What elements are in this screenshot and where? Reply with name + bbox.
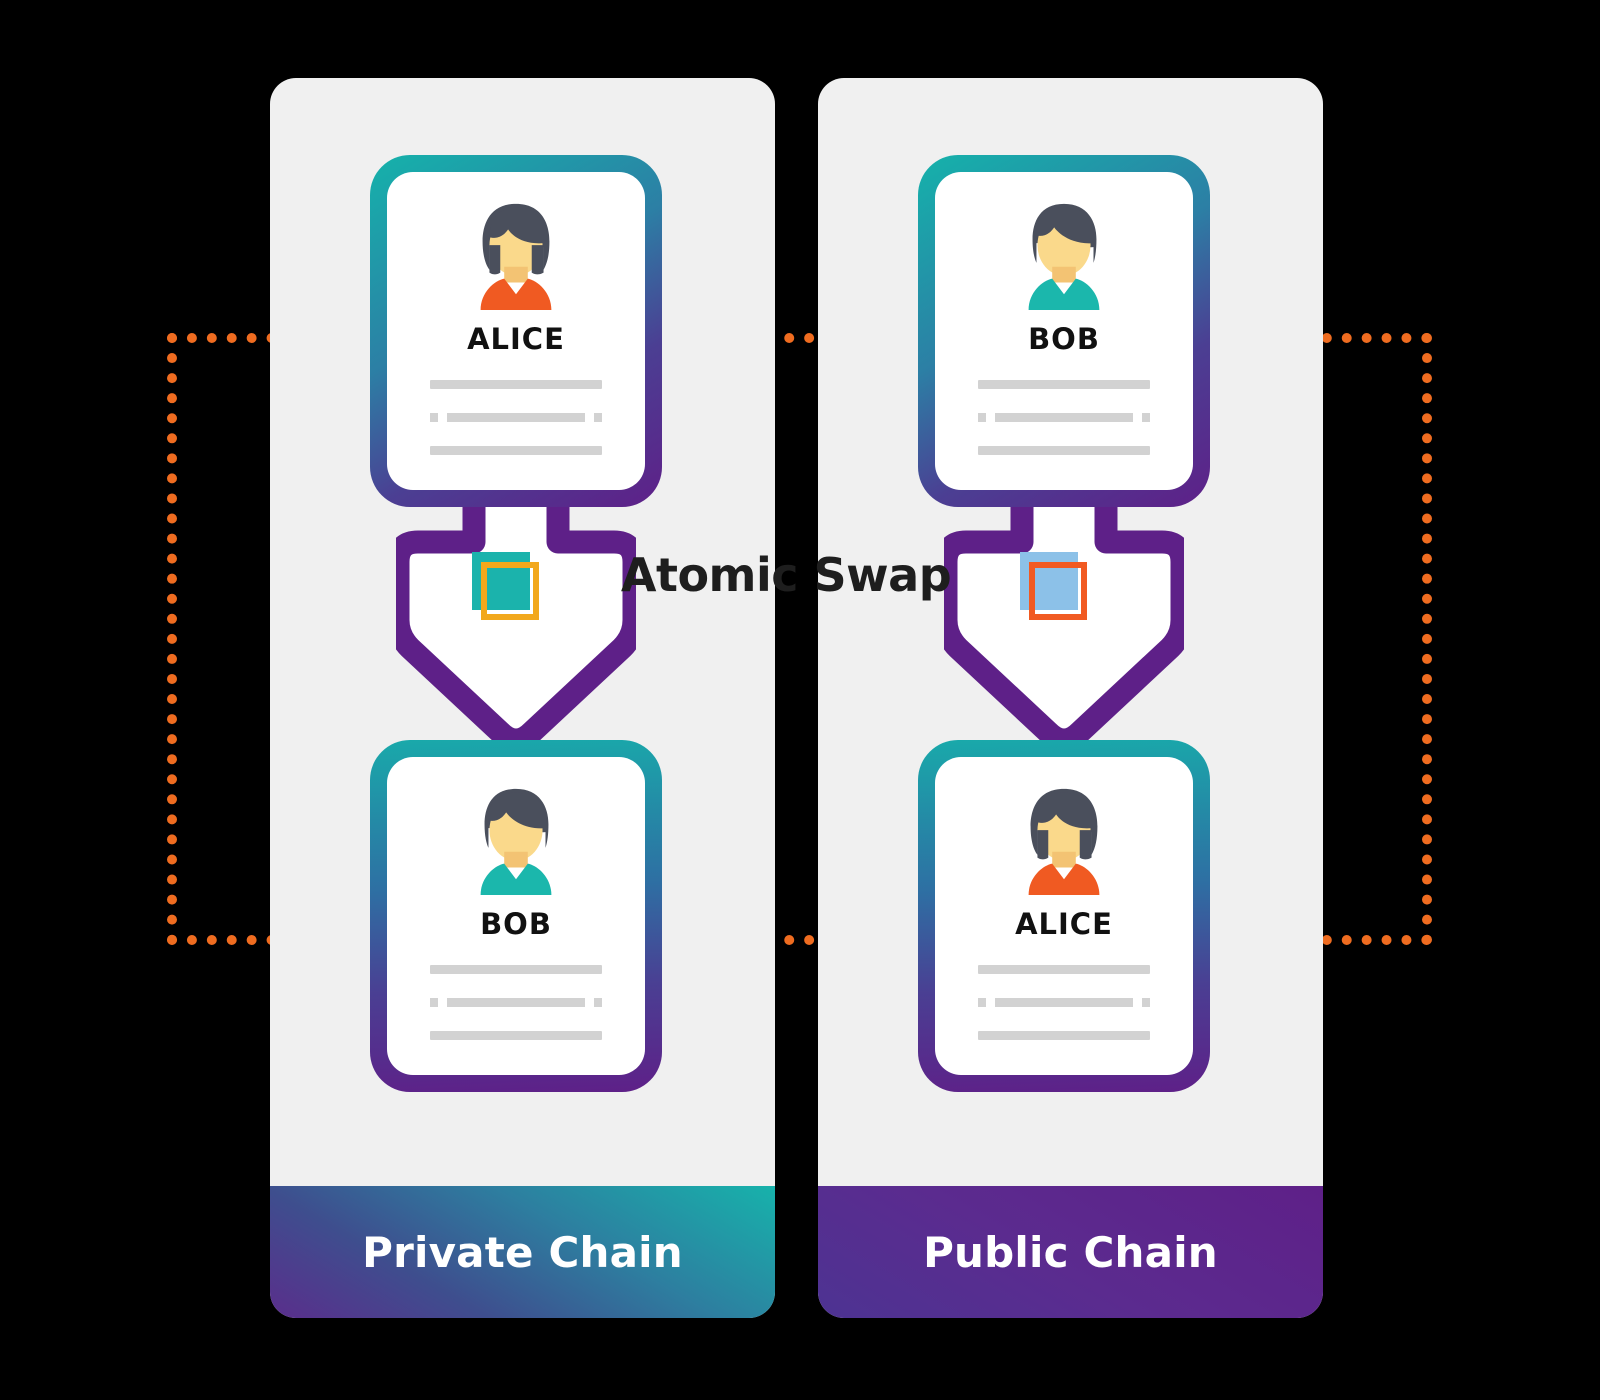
female-avatar-icon (1028, 788, 1100, 896)
panel-label-private-chain: Private Chain (362, 1227, 683, 1277)
placeholder-line (430, 1031, 602, 1040)
panel-footer-private-chain: Private Chain (270, 1186, 775, 1318)
male-avatar-icon (480, 788, 552, 896)
placeholder-line (430, 380, 602, 389)
female-avatar-icon (480, 203, 552, 311)
placeholder-line (447, 413, 585, 422)
atomic-swap-title-text: Atomic Swap (620, 548, 952, 602)
diagram-canvas: Private Chain Public Chain ALICE BOB BOB… (0, 0, 1600, 1400)
male-avatar-icon (1028, 203, 1100, 311)
placeholder-dot (430, 998, 438, 1007)
card-placeholder-lines (978, 380, 1150, 455)
card-alice-public[interactable]: ALICE (918, 740, 1210, 1092)
placeholder-line (978, 965, 1150, 974)
placeholder-dot (594, 413, 602, 422)
placeholder-line (978, 1031, 1150, 1040)
placeholder-dot (978, 998, 986, 1007)
placeholder-line (978, 380, 1150, 389)
card-placeholder-lines (430, 965, 602, 1040)
card-name-label: BOB (480, 907, 552, 941)
card-name-label: ALICE (467, 322, 565, 356)
placeholder-dot (594, 998, 602, 1007)
placeholder-line (978, 446, 1150, 455)
placeholder-line (447, 998, 585, 1007)
placeholder-dot (1142, 413, 1150, 422)
card-placeholder-lines (978, 965, 1150, 1040)
placeholder-dot (978, 413, 986, 422)
card-inner: ALICE (935, 757, 1193, 1075)
panel-label-public-chain: Public Chain (923, 1227, 1218, 1277)
placeholder-line (995, 998, 1133, 1007)
placeholder-line-row (430, 998, 602, 1007)
card-alice-private[interactable]: ALICE (370, 155, 662, 507)
placeholder-dot (1142, 998, 1150, 1007)
placeholder-line-row (978, 998, 1150, 1007)
panel-footer-public-chain: Public Chain (818, 1186, 1323, 1318)
card-name-label: BOB (1028, 322, 1100, 356)
card-name-label: ALICE (1015, 907, 1113, 941)
placeholder-dot (430, 413, 438, 422)
placeholder-line (430, 965, 602, 974)
placeholder-line (430, 446, 602, 455)
atomic-swap-title: Atomic Swap (0, 548, 1600, 602)
card-placeholder-lines (430, 380, 602, 455)
card-bob-private[interactable]: BOB (370, 740, 662, 1092)
placeholder-line-row (978, 413, 1150, 422)
placeholder-line-row (430, 413, 602, 422)
placeholder-line (995, 413, 1133, 422)
card-inner: ALICE (387, 172, 645, 490)
card-inner: BOB (387, 757, 645, 1075)
card-inner: BOB (935, 172, 1193, 490)
card-bob-public[interactable]: BOB (918, 155, 1210, 507)
